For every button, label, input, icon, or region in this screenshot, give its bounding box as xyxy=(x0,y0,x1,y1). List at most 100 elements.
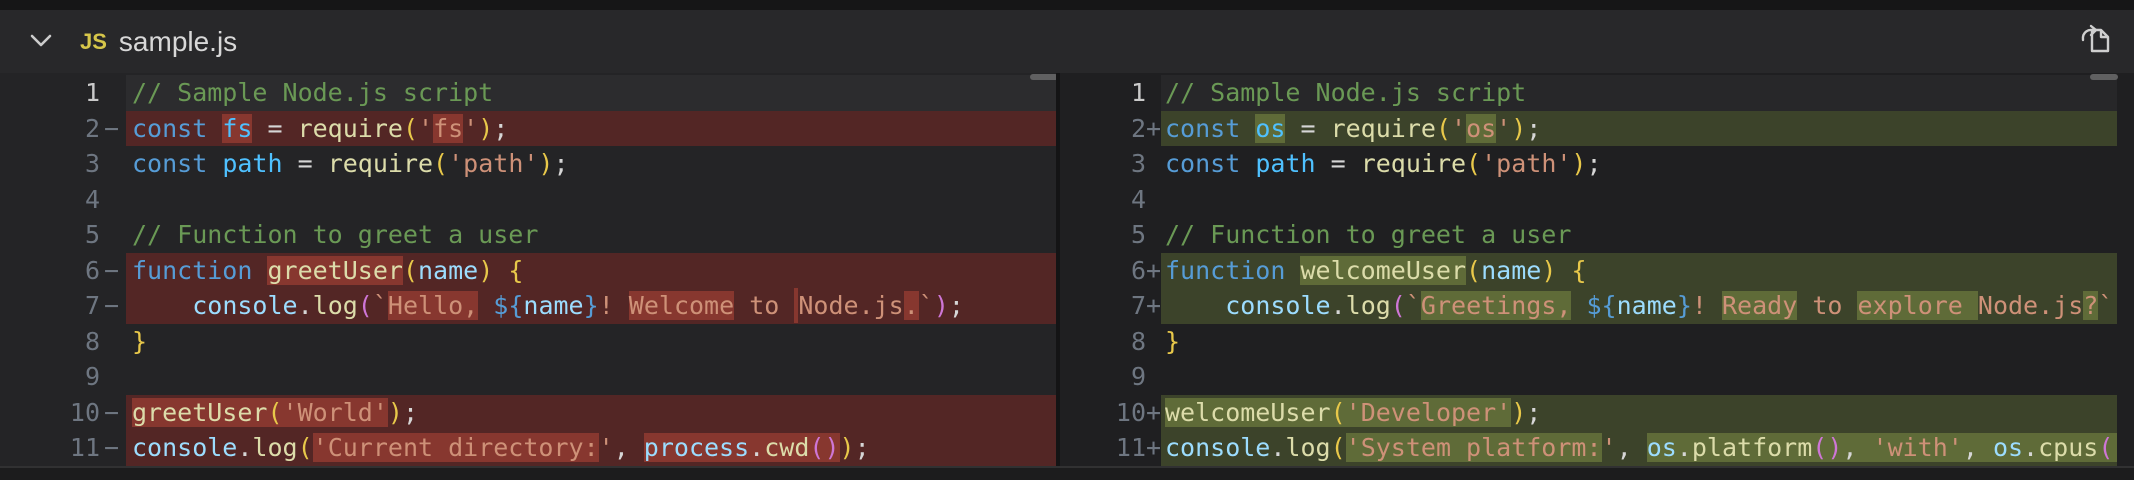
code-token: // Function to greet a user xyxy=(132,220,538,249)
code-line: 4 xyxy=(0,182,1056,218)
code-token: os xyxy=(1647,433,1677,462)
code-token: console xyxy=(1165,433,1270,462)
diff-sign: + xyxy=(1146,395,1161,431)
code-token: // Function to greet a user xyxy=(1165,220,1571,249)
right-scrollbar-thumb[interactable] xyxy=(2090,74,2118,80)
code-token: ; xyxy=(949,291,964,320)
code-content: const os = require('os'); xyxy=(1161,111,2117,147)
code-token xyxy=(1165,291,1225,320)
code-token: ) xyxy=(1827,433,1842,462)
diff-sign xyxy=(100,324,126,360)
line-number: 3 xyxy=(0,146,100,182)
code-token: ( xyxy=(358,291,373,320)
code-line: 11−console.log('Current directory:', pro… xyxy=(0,430,1056,466)
code-token: . xyxy=(904,291,919,320)
code-token: console xyxy=(1225,291,1330,320)
code-token: path xyxy=(1255,149,1315,178)
diff-pane-original[interactable]: 1// Sample Node.js script2−const fs = re… xyxy=(0,73,1056,466)
code-token: function xyxy=(132,256,267,285)
collapse-button[interactable] xyxy=(26,27,56,57)
open-file-button[interactable] xyxy=(2078,24,2114,60)
code-token: path xyxy=(222,149,282,178)
code-token: os xyxy=(1466,114,1496,143)
code-content xyxy=(1161,359,2117,395)
javascript-file-icon: JS xyxy=(80,29,107,55)
code-content: function welcomeUser(name) { xyxy=(1161,253,2117,289)
code-token: ' xyxy=(1451,114,1466,143)
code-line: 4 xyxy=(1060,182,2117,218)
code-content xyxy=(126,182,1056,218)
code-token: ; xyxy=(403,398,418,427)
code-token: = xyxy=(1316,149,1361,178)
code-token: fs xyxy=(433,114,463,143)
diff-sign: + xyxy=(1146,430,1161,466)
code-token: ( xyxy=(1466,256,1481,285)
diff-sign xyxy=(1146,217,1161,253)
code-token xyxy=(493,256,508,285)
code-line: 8} xyxy=(0,324,1056,360)
code-token: cpus xyxy=(2038,433,2098,462)
code-token: ( xyxy=(403,114,418,143)
code-token: 'System platform: xyxy=(1346,433,1602,462)
code-token: ${ xyxy=(1587,291,1617,320)
code-content: } xyxy=(126,324,1056,360)
diff-sign xyxy=(1146,182,1161,218)
code-token: greetUser xyxy=(132,398,267,427)
code-line: 9 xyxy=(1060,359,2117,395)
code-token: ) xyxy=(478,256,493,285)
code-token: ) xyxy=(538,149,553,178)
code-token: ; xyxy=(855,433,870,462)
code-token: . xyxy=(1331,291,1346,320)
code-token: ) xyxy=(824,433,839,462)
line-number: 2 xyxy=(1060,111,1146,147)
code-token: ( xyxy=(1466,149,1481,178)
code-token: , xyxy=(614,433,644,462)
code-content: // Function to greet a user xyxy=(1161,217,2117,253)
line-number: 3 xyxy=(1060,146,1146,182)
code-token: const xyxy=(1165,114,1255,143)
left-scrollbar-thumb[interactable] xyxy=(1030,74,1056,80)
code-token: log xyxy=(1285,433,1330,462)
code-token: 'World' xyxy=(283,398,388,427)
modified-code: 1// Sample Node.js script2 + const os = re… xyxy=(1060,73,2117,466)
line-number: 5 xyxy=(1060,217,1146,253)
code-content: console.log(`Hello, ${name}! Welcome to … xyxy=(126,288,1056,324)
code-token: } xyxy=(584,291,599,320)
diff-body: 1// Sample Node.js script2−const fs = re… xyxy=(0,73,2134,466)
code-token: ' xyxy=(463,114,478,143)
code-token: platform xyxy=(1692,433,1812,462)
code-token: ( xyxy=(2098,433,2113,462)
code-token: } xyxy=(1165,327,1180,356)
line-number: 9 xyxy=(1060,359,1146,395)
code-token: ` xyxy=(1406,291,1421,320)
code-token: const xyxy=(132,114,222,143)
code-token: console xyxy=(192,291,297,320)
code-token: ( xyxy=(267,398,282,427)
code-token: ) xyxy=(840,433,855,462)
code-token: to xyxy=(734,291,794,320)
code-token: const xyxy=(1165,149,1255,178)
code-token: . xyxy=(2023,433,2038,462)
code-token: ( xyxy=(1436,114,1451,143)
code-token: Hello, xyxy=(388,291,478,320)
code-token: ( xyxy=(1331,433,1346,462)
diff-sign: + xyxy=(1146,288,1161,324)
diff-pane-modified[interactable]: 1// Sample Node.js script2 + const os = re… xyxy=(1060,73,2134,466)
code-token: 'path' xyxy=(448,149,538,178)
code-token: ) xyxy=(2113,433,2117,462)
line-number: 7 xyxy=(1060,288,1146,324)
code-token: ; xyxy=(1526,398,1541,427)
code-token xyxy=(478,291,493,320)
code-token: log xyxy=(252,433,297,462)
code-token: ${ xyxy=(493,291,523,320)
code-token xyxy=(1571,291,1586,320)
diff-sign xyxy=(1146,359,1161,395)
line-number: 11 xyxy=(1060,430,1146,466)
diff-sign: − xyxy=(100,430,126,466)
code-token: ; xyxy=(493,114,508,143)
code-token: ) xyxy=(388,398,403,427)
code-line: 1// Sample Node.js script xyxy=(1060,75,2117,111)
code-token: ' xyxy=(599,433,614,462)
code-token: { xyxy=(1571,256,1586,285)
code-content: // Sample Node.js script xyxy=(1161,75,2117,111)
